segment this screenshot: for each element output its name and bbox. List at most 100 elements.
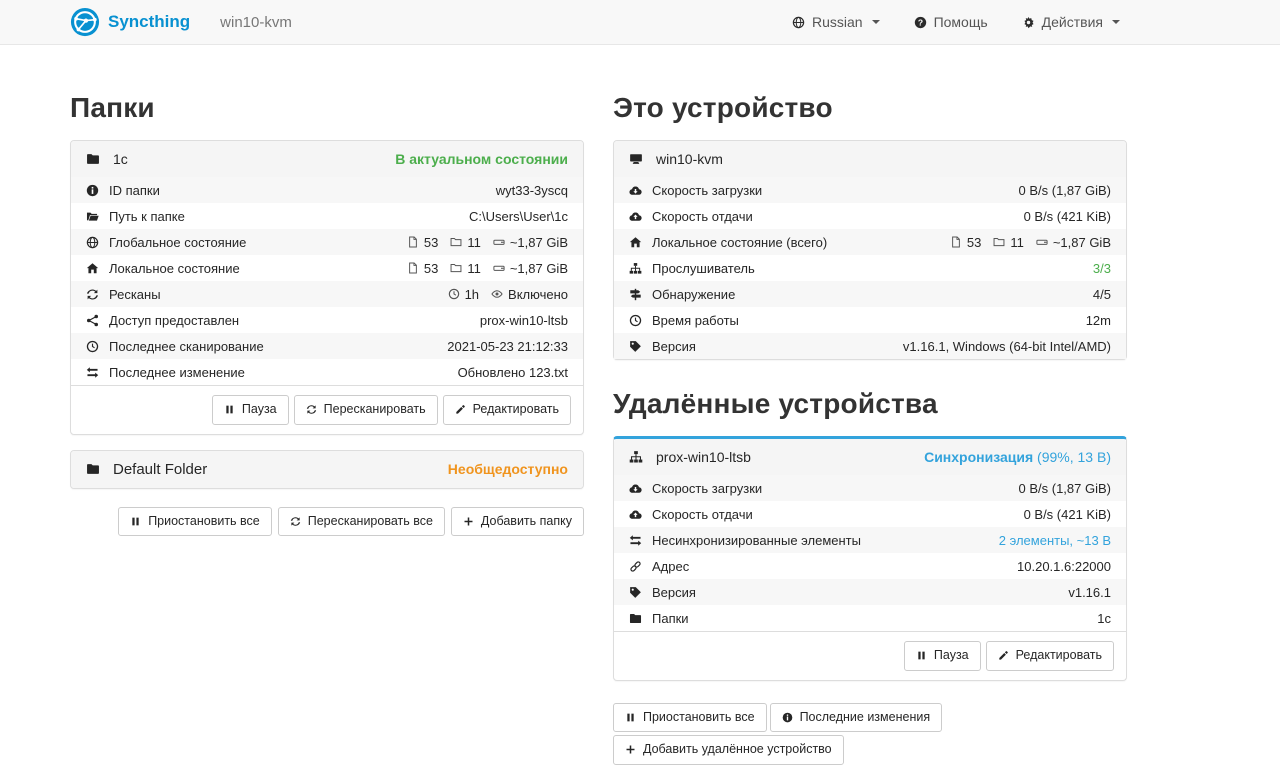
home-icon [629,236,642,249]
plus-icon [625,744,636,755]
navbar: Syncthing win10-kvm Russian Помощь Дейст… [0,0,1280,45]
add-folder-button[interactable]: Добавить папку [451,507,584,537]
this-device-panel: win10-kvm Скорость загрузки 0 B/s (1,87 … [613,140,1127,360]
eye-icon [491,288,503,300]
row-value: 1h Включено [448,287,568,302]
exchange-icon [629,534,642,547]
pause-icon [916,650,927,661]
table-row: Обнаружение 4/5 [614,281,1126,307]
table-row: Глобальное состояние 53 11 ~1,87 GiB [71,229,583,255]
remote-device-footer: Пауза Редактировать [614,631,1126,680]
folder-header-default[interactable]: Default Folder Необщедоступно [71,451,583,488]
row-label: Версия [652,585,696,600]
info-icon [86,184,99,197]
device-title: win10-kvm [220,14,292,31]
recent-changes-button[interactable]: Последние изменения [770,703,943,733]
row-value: 12m [1086,313,1111,328]
hdd-icon [493,236,505,248]
folder-icon [86,462,100,476]
clock-icon [86,340,99,353]
folder-name: Default Folder [113,461,207,478]
folder-header-1c[interactable]: 1c В актуальном состоянии [71,141,583,177]
pause-all-devices-button[interactable]: Приостановить все [613,703,767,733]
pencil-icon [998,650,1009,661]
pause-button[interactable]: Пауза [904,641,981,671]
actions-menu[interactable]: Действия [1022,14,1120,30]
help-label: Помощь [934,14,988,30]
device-name: win10-kvm [656,151,723,167]
folder-status-badge: В актуальном состоянии [395,151,568,167]
syncthing-logo[interactable]: Syncthing [70,7,190,37]
devices-actions: Приостановить все Последние изменения До… [613,703,1127,765]
hdd-icon [493,262,505,274]
edit-button[interactable]: Редактировать [443,395,571,425]
folder-outline-icon [450,236,462,248]
row-label: Несинхронизированные элементы [652,533,861,548]
row-value: 0 B/s (1,87 GiB) [1019,481,1111,496]
brand-name: Syncthing [108,12,190,32]
pause-icon [130,516,141,527]
home-icon [86,262,99,275]
table-row: Путь к папке C:\Users\User\1c [71,203,583,229]
device-icon [629,152,643,166]
sitemap-icon [629,262,642,275]
gear-icon [1022,16,1035,29]
table-row: Доступ предоставлен prox-win10-ltsb [71,307,583,333]
folder-footer: Пауза Пересканировать Редактировать [71,385,583,434]
pencil-icon [455,404,466,415]
row-label: Адрес [652,559,689,574]
plus-icon [463,516,474,527]
rescan-all-button[interactable]: Пересканировать все [278,507,445,537]
edit-button[interactable]: Редактировать [986,641,1114,671]
table-row: Скорость отдачи 0 B/s (421 KiB) [614,501,1126,527]
folders-title: Папки [70,92,584,124]
chevron-down-icon [872,20,880,24]
globe-icon [86,236,99,249]
refresh-icon [306,404,317,415]
info-icon [782,712,793,723]
rescan-button[interactable]: Пересканировать [294,395,438,425]
help-menu[interactable]: Помощь [914,14,988,30]
remote-device-header[interactable]: prox-win10-ltsb Синхронизация (99%, 13 B… [614,439,1126,475]
table-row: Последнее сканирование 2021-05-23 21:12:… [71,333,583,359]
chevron-down-icon [1112,20,1120,24]
exchange-icon [86,366,99,379]
hdd-icon [1036,236,1048,248]
pause-all-folders-button[interactable]: Приостановить все [118,507,272,537]
row-value: 2021-05-23 21:12:33 [447,339,568,354]
language-menu[interactable]: Russian [792,14,880,30]
row-value: C:\Users\User\1c [469,209,568,224]
link-icon [629,560,642,573]
cloud-download-icon [629,184,642,197]
this-device-table: Скорость загрузки 0 B/s (1,87 GiB) Скоро… [614,177,1126,359]
row-label: Последнее сканирование [109,339,264,354]
folder-details-table: ID папки wyt33-3yscq Путь к папке C:\Use… [71,177,583,385]
row-value: wyt33-3yscq [496,183,568,198]
table-row: Ресканы 1h Включено [71,281,583,307]
clock-icon [629,314,642,327]
globe-icon [792,16,805,29]
refresh-icon [290,516,301,527]
row-label: Глобальное состояние [109,235,246,250]
out-of-sync-link[interactable]: 2 элементы, ~13 B [999,533,1111,548]
row-value: 53 11 ~1,87 GiB [407,235,568,250]
file-icon [950,236,962,248]
table-row: Прослушиватель 3/3 [614,255,1126,281]
pause-button[interactable]: Пауза [212,395,289,425]
this-device-header[interactable]: win10-kvm [614,141,1126,177]
folder-outline-icon [450,262,462,274]
row-value: 53 11 ~1,87 GiB [407,261,568,276]
remote-device-panel: prox-win10-ltsb Синхронизация (99%, 13 B… [613,436,1127,681]
row-label: Скорость загрузки [652,481,762,496]
tag-icon [629,586,642,599]
row-value: 2 элементы, ~13 B [999,533,1111,548]
row-value: Обновлено 123.txt [458,365,568,380]
add-remote-device-button[interactable]: Добавить удалённое устройство [613,735,844,765]
folder-panel-default: Default Folder Необщедоступно [70,450,584,489]
row-label: Скорость отдачи [652,209,753,224]
table-row: Последнее изменение Обновлено 123.txt [71,359,583,385]
row-label: Скорость отдачи [652,507,753,522]
row-value: v1.16.1 [1068,585,1111,600]
table-row: Время работы 12m [614,307,1126,333]
row-value: 53 11 ~1,87 GiB [950,235,1111,250]
